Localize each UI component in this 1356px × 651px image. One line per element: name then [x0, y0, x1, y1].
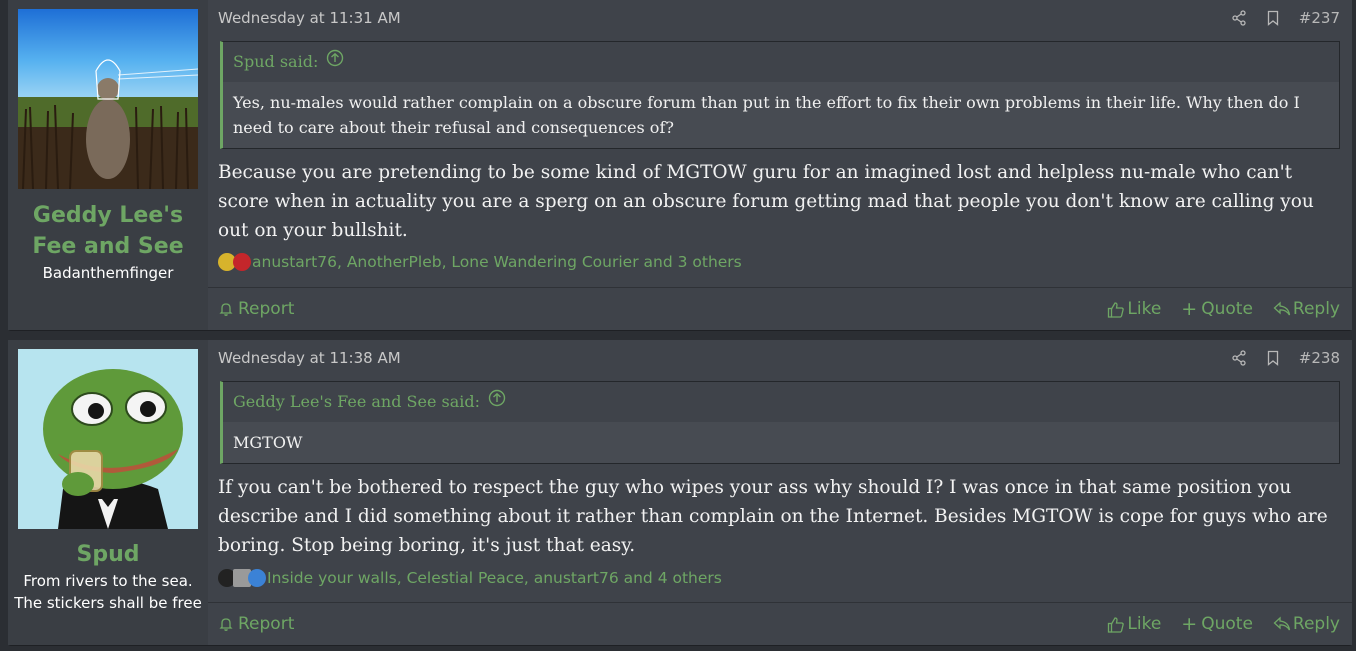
post-date[interactable]: Wednesday at 11:31 AM: [218, 9, 401, 27]
post-main: Wednesday at 11:31 AM #237 Spud said: Ye…: [208, 0, 1352, 330]
like-button[interactable]: Like: [1107, 298, 1161, 320]
post-date[interactable]: Wednesday at 11:38 AM: [218, 349, 401, 367]
quote-header[interactable]: Spud said:: [223, 42, 1339, 82]
quote-block: Spud said: Yes, nu-males would rather co…: [220, 41, 1340, 149]
avatar[interactable]: [18, 349, 198, 529]
reply-icon: [1273, 301, 1291, 317]
thumbs-up-icon: [1107, 301, 1125, 318]
share-icon[interactable]: [1231, 350, 1247, 366]
reply-label: Reply: [1292, 299, 1340, 319]
quote-text: Yes, nu-males would rather complain on a…: [223, 82, 1339, 148]
like-button[interactable]: Like: [1107, 613, 1161, 635]
arrow-up-circle-icon[interactable]: [326, 42, 344, 82]
user-title: Badanthemfinger: [42, 264, 174, 282]
post-number[interactable]: #238: [1299, 349, 1340, 367]
quote-header[interactable]: Geddy Lee's Fee and See said:: [223, 382, 1339, 422]
footer-actions: Like + Quote Reply: [1107, 613, 1340, 635]
user-title: From rivers to the sea. The stickers sha…: [14, 572, 202, 612]
reply-icon: [1273, 616, 1291, 632]
report-button[interactable]: Report: [218, 614, 294, 634]
quote-button[interactable]: + Quote: [1181, 298, 1253, 320]
quote-text: MGTOW: [223, 422, 1339, 463]
bell-icon: [218, 616, 234, 632]
reaction-users[interactable]: Inside your walls, Celestial Peace, anus…: [267, 569, 722, 587]
post-footer: Report Like + Quote Reply: [208, 602, 1352, 645]
user-column: Spud From rivers to the sea. The sticker…: [8, 340, 208, 645]
bookmark-icon[interactable]: [1265, 350, 1281, 366]
user-column: Geddy Lee's Fee and See Badanthemfinger: [8, 0, 208, 330]
reactions-bar[interactable]: Inside your walls, Celestial Peace, anus…: [218, 569, 722, 587]
bookmark-icon[interactable]: [1265, 10, 1281, 26]
share-icon[interactable]: [1231, 10, 1247, 26]
quote-author: Geddy Lee's Fee and See said:: [233, 392, 481, 411]
like-label: Like: [1127, 614, 1162, 634]
reply-button[interactable]: Reply: [1273, 613, 1340, 635]
username[interactable]: Spud: [8, 539, 208, 570]
reactions-bar[interactable]: anustart76, AnotherPleb, Lone Wandering …: [218, 253, 742, 271]
plus-icon: +: [1181, 298, 1198, 320]
quote-author: Spud said:: [233, 52, 319, 71]
quote-label: Quote: [1201, 614, 1253, 634]
post-main: Wednesday at 11:38 AM #238 Geddy Lee's F…: [208, 340, 1352, 645]
post-message: If you can't be bothered to respect the …: [218, 477, 1328, 556]
report-label: Report: [238, 299, 295, 319]
reaction-icons: [218, 253, 251, 271]
post-237: Geddy Lee's Fee and See Badanthemfinger …: [8, 0, 1352, 330]
post-message: Because you are pretending to be some ki…: [218, 162, 1314, 241]
post-number[interactable]: #237: [1299, 9, 1340, 27]
quote-label: Quote: [1201, 299, 1253, 319]
avatar[interactable]: [18, 9, 198, 189]
arrow-up-circle-icon[interactable]: [488, 382, 506, 422]
reaction-icons: [218, 569, 266, 587]
thumbs-up-icon: [1107, 616, 1125, 633]
bell-icon: [218, 301, 234, 317]
like-react-icon: [248, 569, 266, 587]
reaction-users[interactable]: anustart76, AnotherPleb, Lone Wandering …: [252, 253, 742, 271]
post-footer: Report Like + Quote Reply: [208, 287, 1352, 330]
report-button[interactable]: Report: [218, 299, 294, 319]
heart-icon: [233, 253, 251, 271]
post-238: Spud From rivers to the sea. The sticker…: [8, 340, 1352, 645]
reply-label: Reply: [1292, 614, 1340, 634]
plus-icon: +: [1181, 613, 1198, 635]
username[interactable]: Geddy Lee's Fee and See: [8, 200, 208, 262]
reply-button[interactable]: Reply: [1273, 298, 1340, 320]
quote-button[interactable]: + Quote: [1181, 613, 1253, 635]
post-top-actions: #238: [1231, 349, 1340, 367]
like-label: Like: [1127, 299, 1162, 319]
footer-actions: Like + Quote Reply: [1107, 298, 1340, 320]
post-top-actions: #237: [1231, 9, 1340, 27]
report-label: Report: [238, 614, 295, 634]
quote-block: Geddy Lee's Fee and See said: MGTOW: [220, 381, 1340, 464]
